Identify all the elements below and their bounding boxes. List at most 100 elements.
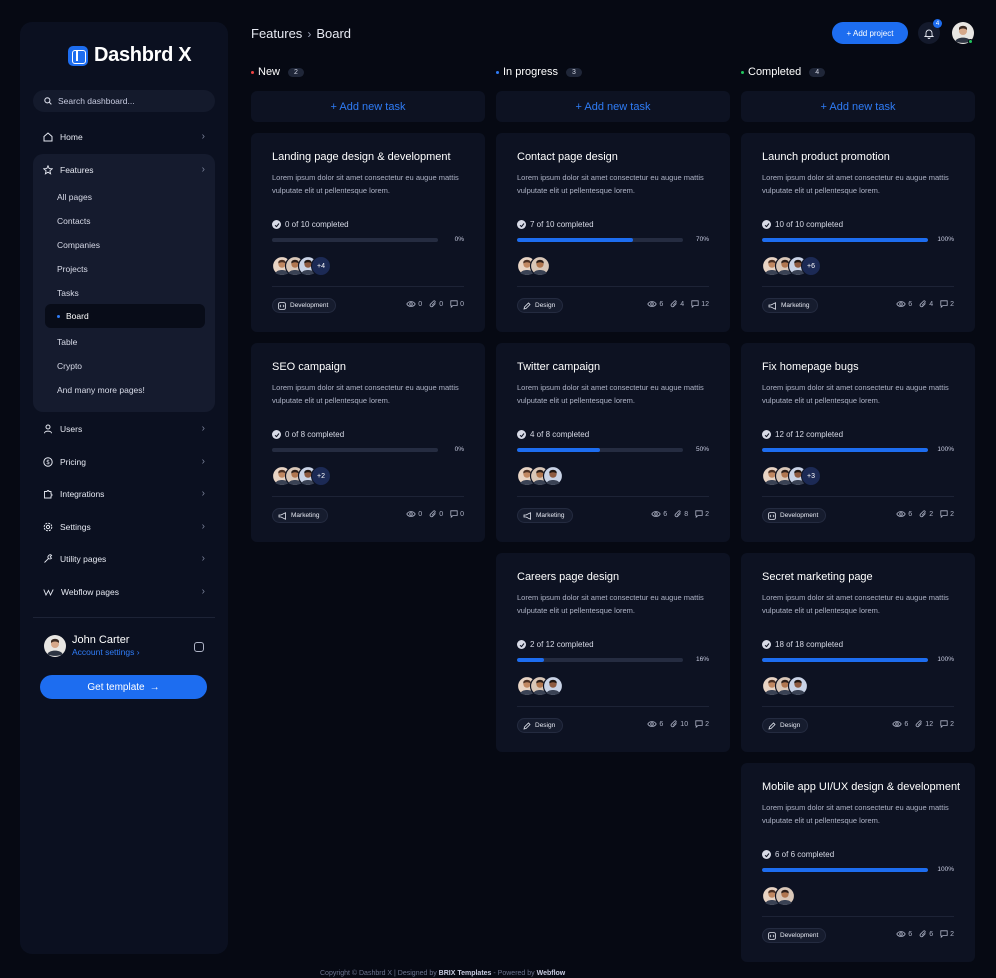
column-header-completed: Completed 4: [741, 66, 826, 78]
sidebar-item-integrations[interactable]: Integrations ›: [33, 483, 215, 505]
add-task-button-new[interactable]: + Add new task: [251, 91, 485, 122]
column-header-new: New 2: [251, 66, 304, 78]
user-profile[interactable]: John Carter Account settings ›: [44, 634, 140, 657]
progress-bar-fill: [517, 238, 634, 242]
card-tag[interactable]: Development: [272, 298, 337, 313]
task-card[interactable]: Mobile app UI/UX design & development Lor…: [741, 763, 975, 962]
more-members-badge[interactable]: +2: [311, 466, 331, 486]
sidebar-subitem-projects[interactable]: Projects: [57, 264, 88, 274]
card-divider: [762, 496, 954, 497]
progress-bar: [762, 868, 928, 872]
sidebar-subitem-tasks[interactable]: Tasks: [57, 288, 79, 298]
add-task-button-completed[interactable]: + Add new task: [741, 91, 975, 122]
card-tag[interactable]: Marketing: [517, 508, 573, 523]
eye-icon: [647, 301, 658, 307]
column-header-in-progress: In progress 3: [496, 66, 582, 78]
card-tag[interactable]: Marketing: [272, 508, 328, 523]
chevron-right-icon: ›: [201, 423, 205, 434]
footer-brix-link[interactable]: BRIX Templates: [439, 970, 492, 977]
sidebar-subitem-table[interactable]: Table: [57, 337, 77, 347]
eye-icon: [651, 511, 661, 517]
logo[interactable]: Dashbrd X: [68, 44, 192, 67]
more-members-badge[interactable]: +3: [801, 466, 821, 486]
add-project-button[interactable]: + Add project: [832, 22, 908, 44]
task-card[interactable]: Landing page design & development Lorem i…: [251, 133, 485, 332]
check-circle-icon: [272, 430, 281, 439]
sidebar-subitem-board[interactable]: Board: [45, 304, 205, 328]
card-title[interactable]: Careers page design: [517, 571, 619, 583]
comments-stat: 12: [691, 300, 709, 308]
card-tag-label: Development: [290, 302, 329, 309]
views-stat: 6: [896, 510, 912, 518]
search-input[interactable]: [58, 96, 208, 106]
check-circle-icon: [762, 220, 771, 229]
card-stats: 6 6 2: [896, 930, 954, 938]
card-progress-text: 2 of 12 completed: [530, 640, 594, 649]
task-card[interactable]: Fix homepage bugs Lorem ipsum dolor sit a…: [741, 343, 975, 542]
sidebar-subitem-contacts[interactable]: Contacts: [57, 216, 91, 226]
task-card[interactable]: Twitter campaign Lorem ipsum dolor sit am…: [496, 343, 730, 542]
task-card[interactable]: Contact page design Lorem ipsum dolor sit…: [496, 133, 730, 332]
card-tag[interactable]: Development: [762, 508, 827, 523]
card-title[interactable]: Contact page design: [517, 151, 618, 163]
sidebar-subitem-more-pages[interactable]: And many more pages!: [57, 385, 145, 395]
add-task-button-in-progress[interactable]: + Add new task: [496, 91, 730, 122]
card-tag[interactable]: Development: [762, 928, 827, 943]
task-card[interactable]: Launch product promotion Lorem ipsum dolo…: [741, 133, 975, 332]
card-tag[interactable]: Marketing: [762, 298, 818, 313]
sidebar-item-home[interactable]: Home ›: [33, 126, 215, 148]
card-tag[interactable]: Design: [517, 718, 564, 733]
footer-webflow-link[interactable]: Webflow: [537, 970, 566, 977]
breadcrumb-board: Board: [316, 26, 352, 41]
card-tag[interactable]: Design: [517, 298, 564, 313]
sidebar-item-features[interactable]: Features ›: [33, 159, 215, 181]
card-title[interactable]: Fix homepage bugs: [762, 361, 859, 373]
task-card[interactable]: Secret marketing page Lorem ipsum dolor s…: [741, 553, 975, 752]
card-tag-label: Marketing: [291, 512, 320, 519]
account-settings-link[interactable]: Account settings ›: [72, 647, 140, 657]
sidebar-item-settings[interactable]: Settings ›: [33, 516, 215, 538]
more-members-badge[interactable]: +6: [801, 256, 821, 276]
card-progress-label: 10 of 10 completed: [762, 220, 843, 229]
sidebar-item-utility-pages[interactable]: Utility pages ›: [33, 548, 215, 570]
comment-icon: [940, 930, 948, 938]
webflow-icon: [43, 589, 54, 597]
comments-stat: 2: [695, 510, 709, 518]
views-count: 6: [663, 510, 668, 518]
chevron-right-icon: ›: [201, 488, 205, 499]
card-tag[interactable]: Design: [762, 718, 809, 733]
task-card[interactable]: SEO campaign Lorem ipsum dolor sit amet c…: [251, 343, 485, 542]
card-description: Lorem ipsum dolor sit amet consectetur e…: [762, 173, 949, 195]
sidebar-item-label: Utility pages: [60, 554, 107, 564]
card-members: [517, 256, 550, 276]
task-card[interactable]: Careers page design Lorem ipsum dolor sit…: [496, 553, 730, 752]
chevron-right-icon: ›: [201, 586, 205, 597]
card-title[interactable]: Secret marketing page: [762, 571, 873, 583]
breadcrumb-features[interactable]: Features: [251, 26, 302, 41]
get-template-button[interactable]: Get template →: [40, 675, 207, 699]
star-icon: [43, 165, 53, 175]
card-title[interactable]: Launch product promotion: [762, 151, 890, 163]
card-title[interactable]: Landing page design & development: [272, 151, 451, 163]
sidebar-subitem-companies[interactable]: Companies: [57, 240, 100, 250]
sidebar-subitem-all-pages[interactable]: All pages: [57, 192, 92, 202]
eye-icon: [896, 931, 906, 937]
card-title[interactable]: Mobile app UI/UX design & development: [762, 781, 960, 793]
comment-icon: [695, 510, 703, 518]
more-members-badge[interactable]: +4: [311, 256, 331, 276]
sidebar-toggle-icon[interactable]: [194, 642, 204, 652]
sidebar-subitem-label: Board: [66, 311, 89, 321]
card-title[interactable]: Twitter campaign: [517, 361, 600, 373]
sidebar-item-webflow-pages[interactable]: Webflow pages ›: [33, 581, 215, 603]
attachments-count: 0: [439, 510, 444, 518]
sidebar-subitem-crypto[interactable]: Crypto: [57, 361, 82, 371]
sidebar-item-users[interactable]: Users ›: [33, 418, 215, 440]
search-box[interactable]: [33, 90, 215, 112]
card-title[interactable]: SEO campaign: [272, 361, 346, 373]
card-members: [517, 466, 563, 486]
logo-icon: [68, 45, 88, 66]
sidebar-item-pricing[interactable]: $ Pricing ›: [33, 451, 215, 473]
check-circle-icon: [517, 430, 526, 439]
footer-copyright: Copyright © Dashbrd X |: [320, 970, 396, 977]
card-divider: [517, 496, 709, 497]
